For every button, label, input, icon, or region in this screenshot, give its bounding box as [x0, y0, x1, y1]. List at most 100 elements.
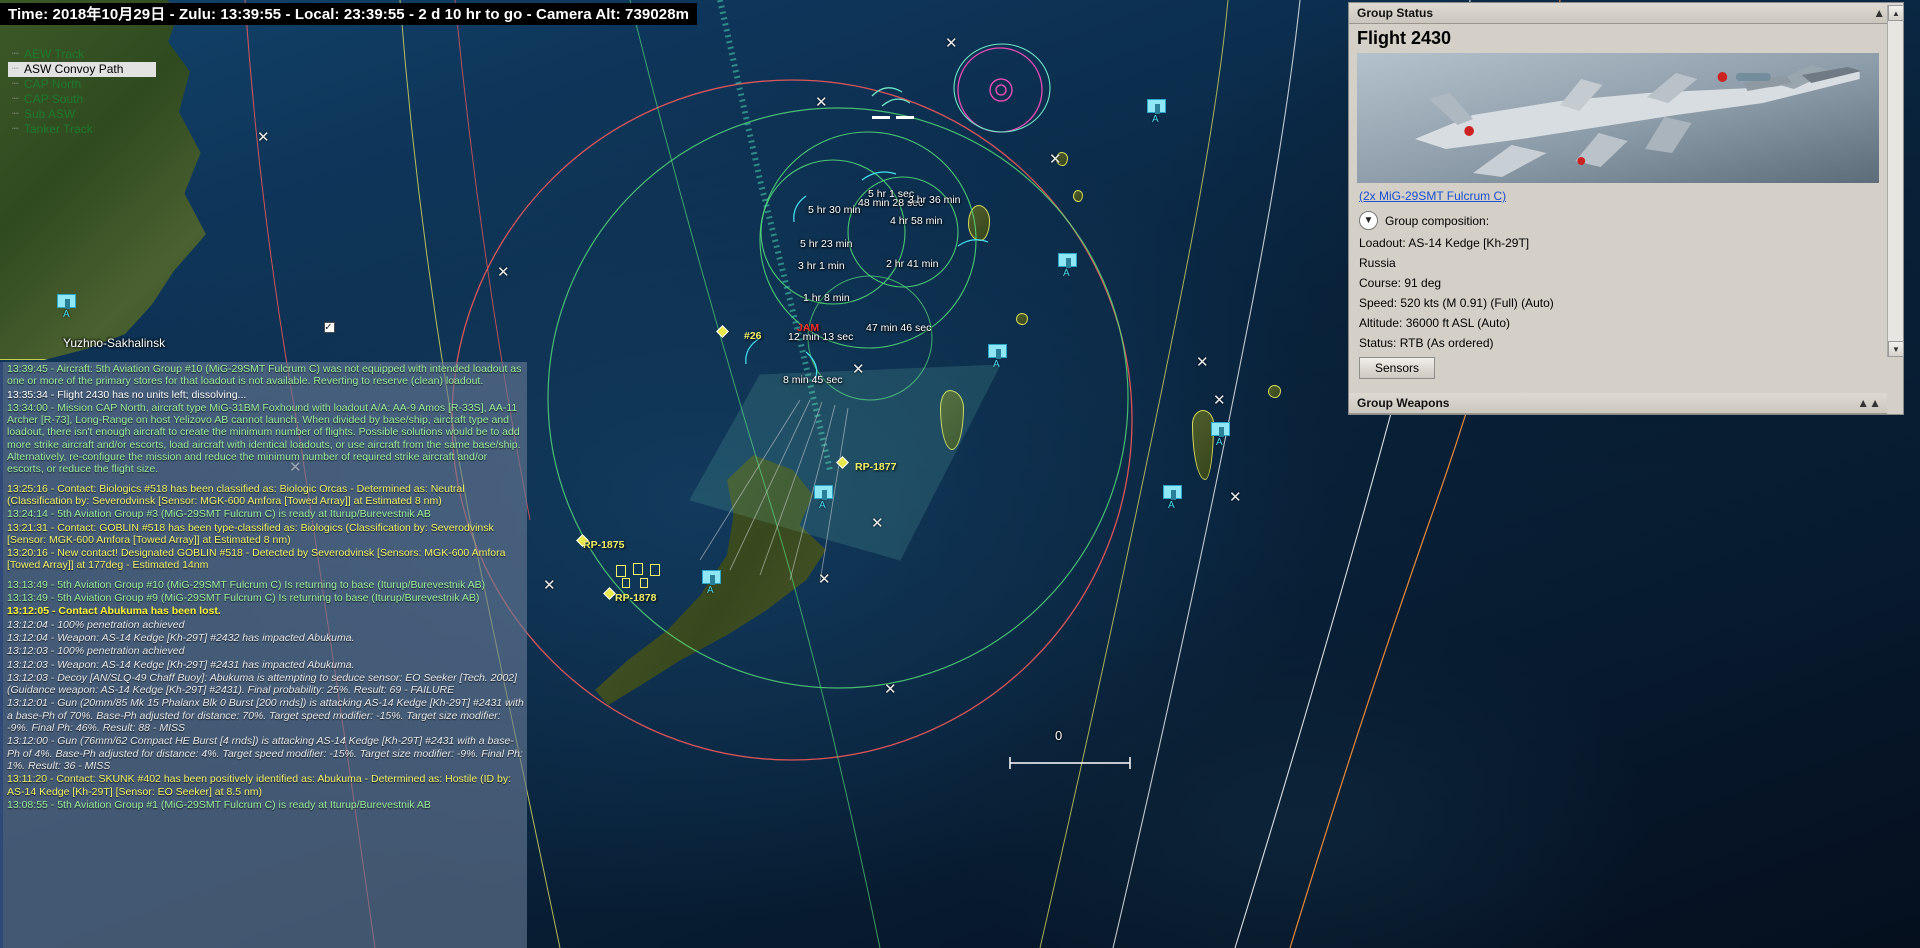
scale-zero-label: 0 [1055, 728, 1063, 743]
log-message: 13:13:49 - 5th Aviation Group #10 (MiG-2… [7, 578, 486, 591]
status-row-course: Course: 91 deg [1359, 276, 1442, 290]
waypoint-x-icon[interactable]: ✕ [257, 130, 270, 145]
map-unit-label: A [1168, 500, 1175, 511]
map-unit-ship[interactable] [633, 563, 643, 575]
log-message: 13:34:00 - Mission CAP North, aircraft t… [7, 401, 521, 476]
map-unit-label: A [993, 359, 1000, 370]
waypoint-x-icon[interactable]: ✕ [497, 265, 510, 280]
mission-list-item[interactable]: AEW Track [8, 47, 156, 62]
mission-list-item[interactable]: Sub ASW [8, 107, 156, 122]
map-unit-label: A [707, 585, 714, 596]
log-message: 13:12:01 - Gun (20mm/85 Mk 15 Phalanx Bl… [7, 697, 524, 735]
map-eta-label: 4 hr 58 min [890, 215, 943, 227]
status-row-loadout: Loadout: AS-14 Kedge [Kh-29T] [1359, 236, 1530, 250]
flight-title: Flight 2430 [1357, 28, 1452, 48]
mission-list-item[interactable]: ASW Convoy Path [8, 62, 156, 77]
map-unit-label: A [1152, 114, 1159, 125]
map-unit-airbase[interactable] [1058, 253, 1077, 268]
map-unit-label: A [1216, 437, 1223, 448]
map-unit-airbase[interactable] [702, 570, 721, 585]
chevron-down-icon[interactable]: ▼ [1359, 211, 1378, 230]
message-log-panel[interactable]: 13:39:45 - Aircraft: 5th Aviation Group … [0, 362, 527, 948]
mission-list-item[interactable]: CAP South [8, 92, 156, 107]
chevron-up-icon[interactable]: ▲▲ [1857, 396, 1881, 410]
map-unit-airbase[interactable] [1163, 485, 1182, 500]
status-row-speed: Speed: 520 kts (M 0.91) (Full) (Auto) [1359, 296, 1554, 310]
map-eta-label: 5 hr 23 min [800, 238, 853, 250]
map-unit-label: A [63, 309, 70, 320]
map-reference-point-label: RP-1875 [583, 539, 625, 551]
application-window: ✕ ✕ ✕ ✕ ✕ ✕ ✕ ✕ ✕ ✕ ✕ ✕ ✕ ✕ A A A A A A … [0, 0, 1920, 948]
status-row-altitude: Altitude: 36000 ft ASL (Auto) [1359, 316, 1510, 330]
log-message: 13:12:00 - Gun (76mm/62 Compact HE Burst… [7, 735, 523, 772]
mission-list-item[interactable]: CAP North [8, 77, 156, 92]
map-unit-label: A [819, 500, 826, 511]
map-unit-ship[interactable] [650, 564, 660, 576]
mig29-silhouette-icon [1357, 53, 1879, 183]
log-message: 13:12:03 - Weapon: AS-14 Kedge [Kh-29T] … [7, 658, 355, 671]
map-unit-airbase[interactable] [988, 344, 1007, 359]
map-eta-label: 3 hr 36 min [908, 194, 961, 206]
simulation-time-bar: Time: 2018年10月29日 - Zulu: 13:39:55 - Loc… [0, 3, 698, 25]
patrol-option-checkbox[interactable] [324, 320, 335, 334]
aircraft-photo [1357, 53, 1879, 183]
group-status-header-label: Group Status [1357, 6, 1434, 20]
aircraft-type-link[interactable]: (2x MiG-29SMT Fulcrum C) [1349, 183, 1887, 207]
group-status-panel: Group Status ▲▲ Flight 2430 (2x MiG-29SM… [1348, 2, 1904, 415]
waypoint-x-icon[interactable]: ✕ [1049, 152, 1062, 167]
waypoint-x-icon[interactable]: ✕ [852, 362, 865, 377]
waypoint-x-icon[interactable]: ✕ [1196, 355, 1209, 370]
map-reference-point-label: RP-1878 [615, 592, 657, 604]
log-message: 13:13:49 - 5th Aviation Group #9 (MiG-29… [7, 592, 480, 605]
log-message: 13:35:34 - Flight 2430 has no units left… [7, 388, 247, 401]
group-status-header[interactable]: Group Status ▲▲ [1349, 3, 1903, 24]
map-reference-point-label: #26 [744, 330, 762, 342]
scroll-up-arrow-icon[interactable]: ▲ [1888, 5, 1904, 21]
map-eta-label: 3 hr 1 min [798, 260, 845, 272]
group-composition-row[interactable]: ▼ Group composition: [1349, 207, 1887, 233]
log-message: 13:12:04 - Weapon: AS-14 Kedge [Kh-29T] … [7, 631, 355, 644]
waypoint-x-icon[interactable]: ✕ [945, 36, 958, 51]
group-status-scrollbar[interactable]: ▲ ▼ [1887, 5, 1904, 357]
log-message: 13:20:16 - New contact! Designated GOBLI… [7, 547, 506, 572]
map-unit-ship[interactable] [616, 565, 626, 577]
map-unit-airbase[interactable] [814, 485, 833, 500]
waypoint-x-icon[interactable]: ✕ [815, 95, 828, 110]
log-message: 13:12:04 - 100% penetration achieved [7, 618, 185, 631]
log-message: 13:12:05 - Contact Abukuma has been lost… [7, 605, 221, 618]
group-composition-label: Group composition: [1385, 213, 1490, 228]
sensors-button[interactable]: Sensors [1359, 357, 1435, 379]
map-unit-airbase[interactable] [1147, 99, 1166, 114]
log-message: 13:12:03 - Decoy [AN/SLQ-49 Chaff Buoy]:… [7, 671, 517, 697]
waypoint-x-icon[interactable]: ✕ [1229, 490, 1242, 505]
waypoint-x-icon[interactable]: ✕ [1213, 393, 1226, 408]
map-unit-label: A [1063, 268, 1070, 279]
log-message: 13:21:31 - Contact: GOBLIN #518 has been… [7, 521, 494, 546]
log-message: 13:08:55 - 5th Aviation Group #1 (MiG-29… [7, 798, 431, 811]
scroll-down-arrow-icon[interactable]: ▼ [1888, 341, 1904, 357]
map-reference-point-label: RP-1877 [855, 461, 897, 473]
city-label-yuzhno-sakhalinsk: Yuzhno-Sakhalinsk [63, 336, 166, 350]
map-eta-label: 2 hr 41 min [886, 258, 939, 270]
mission-list-item[interactable]: Tanker Track [8, 122, 156, 137]
map-unit-ship[interactable] [622, 578, 630, 588]
map-eta-label: 5 hr 30 min [808, 204, 861, 216]
waypoint-x-icon[interactable]: ✕ [543, 578, 556, 593]
group-weapons-header-label: Group Weapons [1357, 396, 1450, 410]
waypoint-x-icon[interactable]: ✕ [884, 682, 897, 697]
jam-indicator: JAM [797, 322, 820, 334]
log-message: 13:12:03 - 100% penetration achieved [7, 645, 185, 658]
map-unit-airbase[interactable] [57, 294, 76, 309]
log-message: 13:11:20 - Contact: SKUNK #402 has been … [7, 773, 512, 798]
map-unit-ship[interactable] [640, 578, 648, 588]
map-unit-airbase[interactable] [1211, 422, 1230, 437]
log-message: 13:24:14 - 5th Aviation Group #3 (MiG-29… [7, 508, 431, 521]
waypoint-x-icon[interactable]: ✕ [871, 516, 884, 531]
group-weapons-header[interactable]: Group Weapons ▲▲ [1349, 393, 1887, 414]
map-eta-label: 1 hr 8 min [803, 292, 850, 304]
map-eta-label: 8 min 45 sec [783, 374, 843, 386]
waypoint-x-icon[interactable]: ✕ [818, 572, 831, 587]
log-message: 13:25:16 - Contact: Biologics #518 has b… [7, 482, 465, 507]
map-eta-label: 47 min 46 sec [866, 322, 932, 334]
status-row-country: Russia [1359, 256, 1396, 270]
